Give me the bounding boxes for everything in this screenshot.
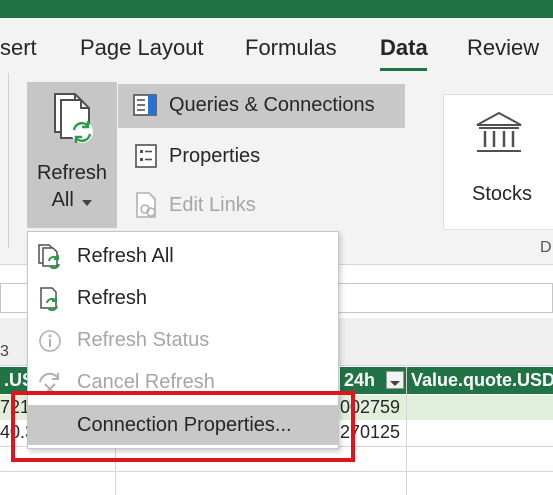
properties-button[interactable]: Properties bbox=[169, 145, 260, 168]
group-label-fragment: D bbox=[540, 239, 552, 256]
tab-review[interactable]: Review bbox=[467, 35, 539, 61]
refresh-icon bbox=[37, 286, 63, 312]
tab-page-layout[interactable]: Page Layout bbox=[80, 35, 204, 61]
refresh-all-label-line2: All bbox=[27, 189, 117, 212]
title-bar bbox=[0, 0, 553, 18]
stocks-button[interactable]: Stocks bbox=[443, 94, 553, 230]
grid-line bbox=[406, 367, 407, 495]
refresh-all-label-all: All bbox=[51, 189, 74, 211]
ribbon-separator bbox=[8, 73, 9, 248]
table-header-24h[interactable]: 24h bbox=[340, 367, 406, 394]
menu-item-label: Refresh bbox=[77, 287, 148, 309]
menu-item-refresh[interactable]: Refresh bbox=[28, 278, 338, 318]
queries-connections-button[interactable]: Queries & Connections bbox=[118, 84, 405, 128]
tab-formulas[interactable]: Formulas bbox=[245, 35, 337, 61]
refresh-all-icon bbox=[37, 244, 63, 270]
queries-connections-label: Queries & Connections bbox=[169, 94, 375, 116]
filter-dropdown-icon[interactable] bbox=[386, 371, 404, 389]
bank-icon bbox=[474, 111, 524, 155]
tab-insert[interactable]: sert bbox=[0, 35, 37, 61]
menu-item-label: Refresh Status bbox=[77, 329, 210, 351]
edit-links-icon bbox=[135, 191, 159, 219]
menu-item-refresh-status[interactable]: Refresh Status bbox=[28, 320, 338, 360]
refresh-all-button[interactable]: Refresh All bbox=[27, 82, 117, 228]
refresh-all-icon bbox=[51, 92, 95, 146]
properties-icon bbox=[135, 144, 157, 168]
table-header-value-quote-usd[interactable]: Value.quote.USD bbox=[407, 367, 553, 394]
info-icon bbox=[37, 328, 63, 354]
ribbon-tab-bar: sert Page Layout Formulas Data Review bbox=[0, 18, 553, 73]
stocks-label: Stocks bbox=[472, 183, 533, 205]
row-number: 3 bbox=[0, 343, 9, 360]
refresh-all-label-line1: Refresh bbox=[36, 162, 108, 184]
active-tab-indicator bbox=[380, 68, 427, 71]
edit-links-button[interactable]: Edit Links bbox=[169, 194, 256, 217]
tab-data[interactable]: Data bbox=[380, 35, 428, 61]
chevron-down-icon bbox=[82, 189, 93, 212]
menu-item-refresh-all[interactable]: Refresh All bbox=[28, 236, 338, 276]
queries-connections-icon bbox=[133, 94, 157, 116]
grid-line bbox=[0, 471, 553, 472]
highlight-annotation-box bbox=[11, 391, 355, 462]
table-header-24h-label: 24h bbox=[344, 370, 376, 390]
menu-item-label: Refresh All bbox=[77, 245, 174, 267]
